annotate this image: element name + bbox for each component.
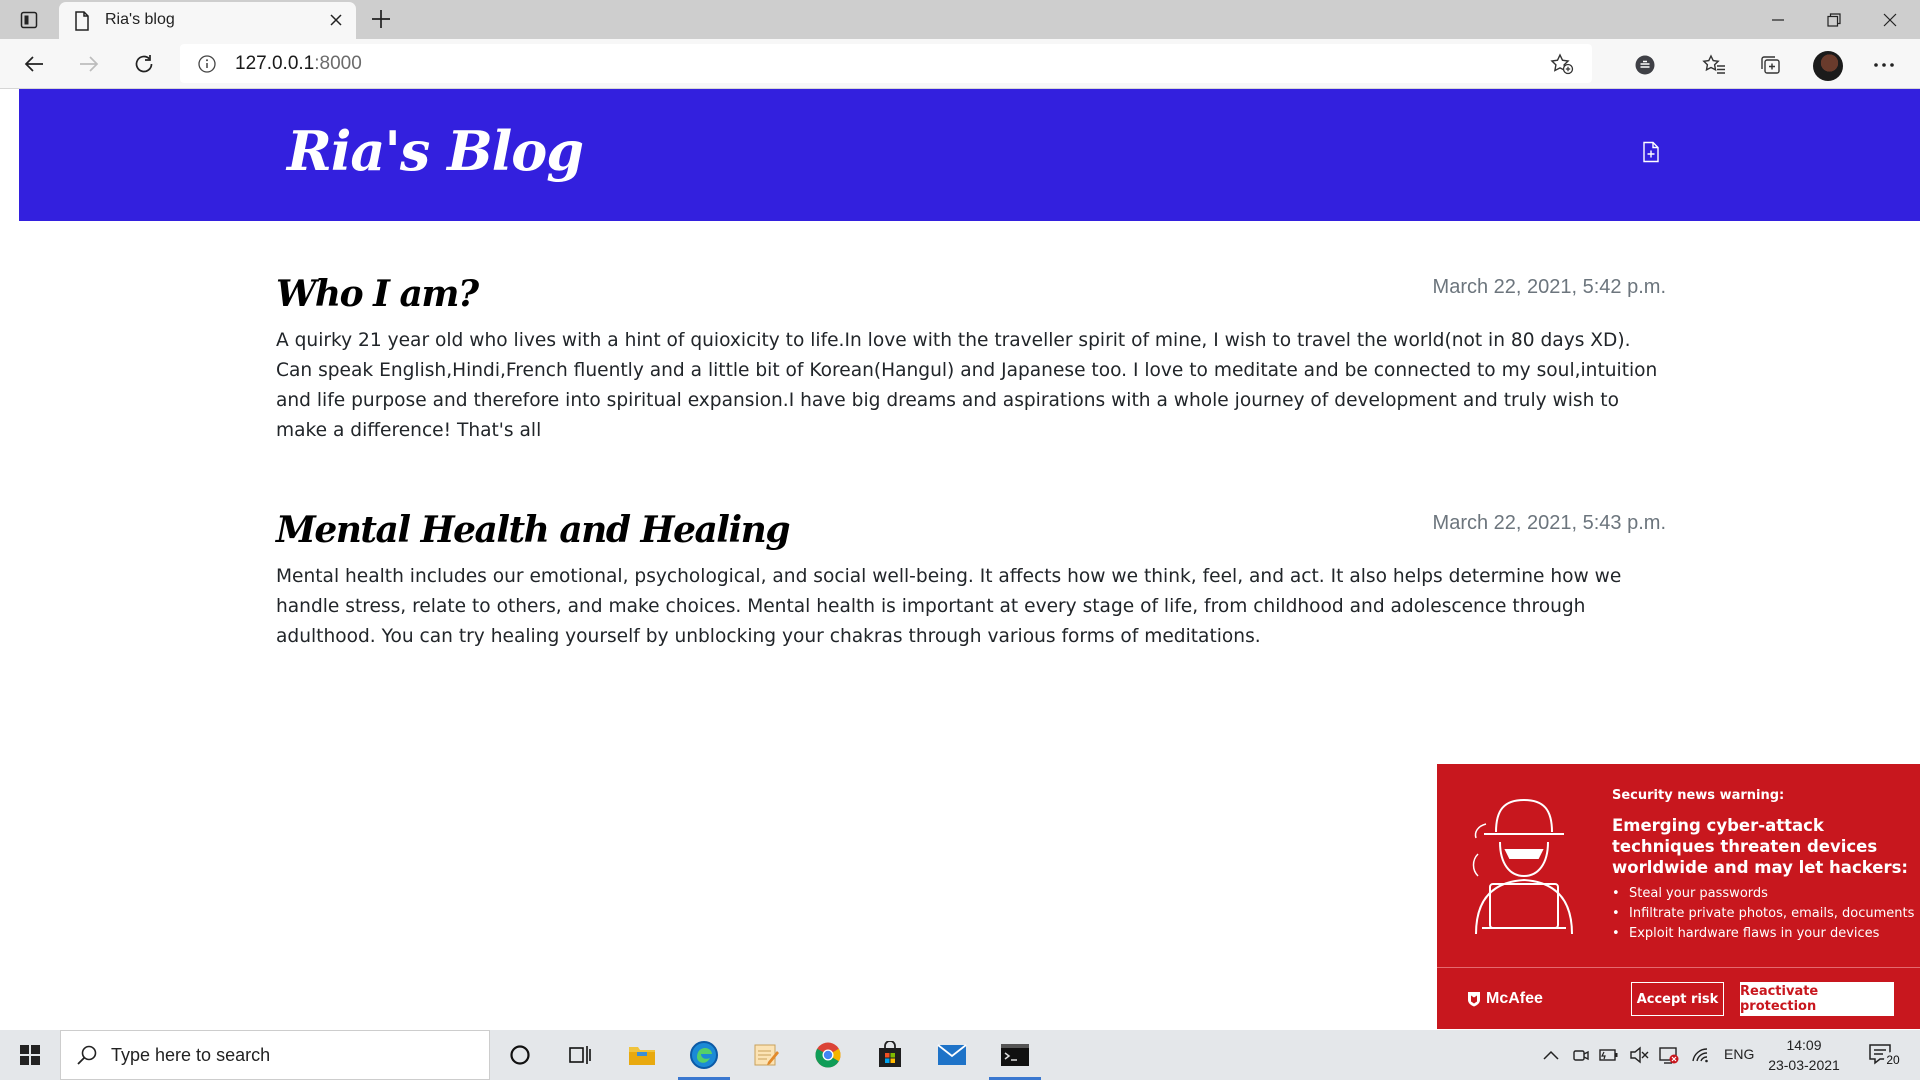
taskbar-search-box[interactable]: Type here to search [60,1030,490,1080]
notification-count: 20 [1884,1052,1902,1068]
close-window-icon[interactable] [1862,0,1918,39]
post-title-link[interactable]: Who I am? [276,273,479,315]
more-icon[interactable] [1870,51,1898,79]
minimize-icon[interactable] [1750,0,1806,39]
favorite-add-icon[interactable] [1550,53,1574,75]
windows-taskbar: Type here to search ENG 14:09 23-03-2021… [0,1030,1920,1080]
store-icon[interactable] [860,1030,920,1080]
page-favicon-icon [74,11,90,31]
wifi-icon[interactable] [1690,1044,1712,1066]
cortana-icon[interactable] [490,1030,550,1080]
browser-tab-strip: Ria's blog [0,0,1920,39]
forward-icon[interactable] [76,51,102,77]
close-icon[interactable] [327,11,345,29]
search-icon [76,1044,98,1066]
search-placeholder: Type here to search [111,1045,271,1065]
reactivate-protection-button[interactable]: Reactivate protection [1740,982,1894,1016]
mcafee-logo: McAfee [1467,990,1543,1008]
tab-actions-icon[interactable] [17,8,41,32]
profile-avatar[interactable] [1813,51,1843,81]
url-text: 127.0.0.1:8000 [235,53,362,75]
mcafee-kicker: Security news warning: [1612,788,1785,803]
plus-icon[interactable] [369,7,393,31]
tab-rias-blog[interactable]: Ria's blog [59,2,356,39]
chevron-up-icon[interactable] [1540,1044,1562,1066]
browser-toolbar: 127.0.0.1:8000 [0,39,1920,89]
notification-icon[interactable]: 20 [1868,1043,1902,1068]
extension-icon[interactable] [1631,51,1659,79]
divider [1437,967,1920,968]
restore-icon[interactable] [1806,0,1862,39]
taskbar-clock[interactable]: 14:09 23-03-2021 [1764,1035,1844,1075]
mcafee-threat-list: Steal your passwords Infiltrate private … [1612,884,1914,944]
edge-icon[interactable] [674,1030,734,1080]
post-date: March 22, 2021, 5:42 p.m. [1432,276,1666,298]
collections-icon[interactable] [1756,51,1784,79]
hacker-icon [1462,794,1587,934]
back-icon[interactable] [21,51,47,77]
list-item: Infiltrate private photos, emails, docum… [1612,904,1914,924]
blog-header: Ria's Blog [19,89,1920,221]
screen: Ria's blog 127.0.0.1:8000 Ria's Blog Who… [0,0,1920,1080]
windows-security-icon[interactable] [1658,1044,1680,1066]
tab-title: Ria's blog [105,11,175,28]
mcafee-shield-icon [1467,991,1481,1007]
file-explorer-icon[interactable] [612,1030,672,1080]
volume-muted-icon[interactable] [1628,1044,1650,1066]
clock-date: 23-03-2021 [1768,1057,1840,1073]
chrome-icon[interactable] [798,1030,858,1080]
notepad-icon[interactable] [736,1030,796,1080]
mcafee-headline: Emerging cyber-attack techniques threate… [1612,816,1909,877]
list-item: Exploit hardware flaws in your devices [1612,924,1914,944]
clock-time: 14:09 [1786,1037,1822,1053]
blog-brand-link[interactable]: Ria's Blog [287,119,584,183]
refresh-icon[interactable] [131,51,157,77]
address-bar[interactable]: 127.0.0.1:8000 [180,44,1592,83]
url-host: 127.0.0.1 [235,53,315,74]
accept-risk-button[interactable]: Accept risk [1631,982,1724,1016]
windows-icon[interactable] [0,1030,60,1080]
new-post-icon[interactable] [1642,141,1660,163]
post-title-link[interactable]: Mental Health and Healing [276,509,791,551]
mcafee-brand: McAfee [1486,990,1543,1007]
list-item: Steal your passwords [1612,884,1914,904]
favorites-icon[interactable] [1700,51,1728,79]
input-language[interactable]: ENG [1724,1046,1754,1062]
task-view-icon[interactable] [550,1030,610,1080]
post-body: A quirky 21 year old who lives with a hi… [276,330,1658,441]
mcafee-warning-popup: Security news warning: Emerging cyber-at… [1437,764,1920,1029]
post-body: Mental health includes our emotional, ps… [276,566,1622,647]
meet-now-icon[interactable] [1570,1044,1592,1066]
info-icon[interactable] [197,54,217,74]
battery-icon[interactable] [1598,1044,1620,1066]
mail-icon[interactable] [922,1030,982,1080]
url-port: :8000 [314,53,362,74]
post-date: March 22, 2021, 5:43 p.m. [1432,512,1666,534]
terminal-icon[interactable] [985,1030,1045,1080]
